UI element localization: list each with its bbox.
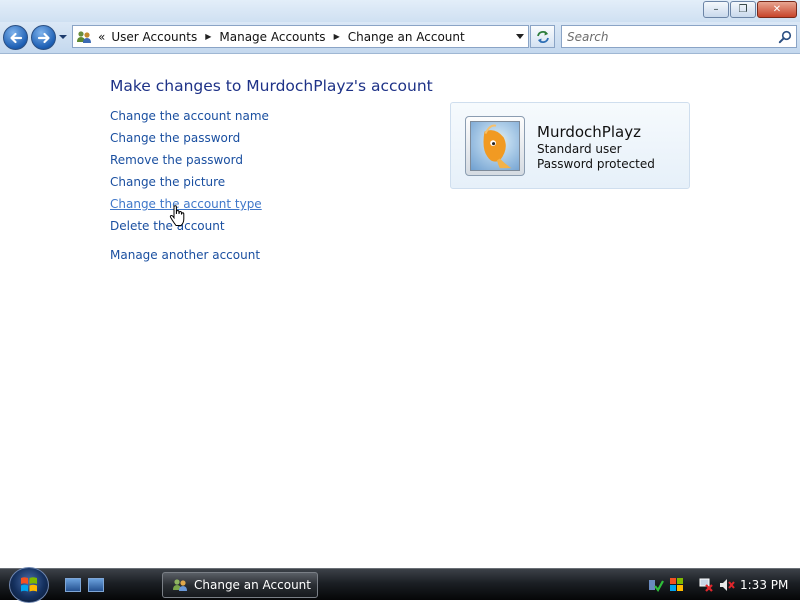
arrow-right-icon xyxy=(37,32,50,43)
change-account-name-link[interactable]: Change the account name xyxy=(110,109,269,131)
main-content: Make changes to MurdochPlayz's account C… xyxy=(0,55,800,568)
change-account-type-link[interactable]: Change the account type xyxy=(110,197,269,219)
back-button[interactable] xyxy=(3,25,28,50)
start-button[interactable] xyxy=(9,567,49,603)
close-button[interactable]: ✕ xyxy=(757,1,797,18)
hand-cursor-icon xyxy=(169,205,185,226)
refresh-button[interactable] xyxy=(530,25,555,48)
recent-pages-dropdown-icon[interactable] xyxy=(58,32,68,42)
taskbar-button-change-an-account[interactable]: Change an Account xyxy=(162,572,318,598)
security-center-icon[interactable] xyxy=(648,577,664,593)
windows-update-icon[interactable] xyxy=(669,577,685,593)
address-bar[interactable]: « User Accounts ▶ Manage Accounts ▶ Chan… xyxy=(72,25,529,48)
minimize-button[interactable]: – xyxy=(703,1,729,18)
account-name: MurdochPlayz xyxy=(537,123,641,141)
delete-account-link[interactable]: Delete the account xyxy=(110,219,269,241)
goldfish-icon xyxy=(483,124,512,169)
change-password-link[interactable]: Change the password xyxy=(110,131,269,153)
windows-logo-icon xyxy=(21,577,37,592)
taskbar: Change an Account 1:33 PM xyxy=(0,567,800,603)
account-picture xyxy=(470,121,520,171)
address-overflow-chevron[interactable]: « xyxy=(98,30,105,44)
account-picture-frame xyxy=(465,116,525,176)
volume-muted-icon[interactable] xyxy=(719,577,735,593)
search-icon[interactable] xyxy=(778,30,792,44)
refresh-icon xyxy=(536,30,549,43)
breadcrumb-separator-icon[interactable]: ▶ xyxy=(334,32,340,41)
clock[interactable]: 1:33 PM xyxy=(740,578,788,592)
switch-windows-icon[interactable] xyxy=(88,578,104,592)
breadcrumb-change-an-account[interactable]: Change an Account xyxy=(348,30,465,44)
remove-password-link[interactable]: Remove the password xyxy=(110,153,269,175)
network-disconnected-icon[interactable] xyxy=(698,577,714,593)
password-status: Password protected xyxy=(537,157,655,171)
manage-another-account-link[interactable]: Manage another account xyxy=(110,248,269,270)
window-controls: – ❐ ✕ xyxy=(703,1,797,18)
user-accounts-icon xyxy=(173,579,187,591)
address-history-dropdown-icon[interactable] xyxy=(516,34,524,39)
change-picture-link[interactable]: Change the picture xyxy=(110,175,269,197)
search-input[interactable] xyxy=(567,29,772,44)
task-list: Change the account name Change the passw… xyxy=(110,109,269,270)
user-accounts-icon xyxy=(77,30,91,43)
search-box xyxy=(561,25,797,48)
arrow-left-icon xyxy=(9,32,22,43)
taskbar-button-label: Change an Account xyxy=(194,578,311,592)
account-type: Standard user xyxy=(537,142,622,156)
window-title-bar[interactable]: – ❐ ✕ xyxy=(0,0,800,22)
breadcrumb-manage-accounts[interactable]: Manage Accounts xyxy=(219,30,325,44)
show-desktop-icon[interactable] xyxy=(65,578,81,592)
maximize-button[interactable]: ❐ xyxy=(730,1,756,18)
breadcrumb-user-accounts[interactable]: User Accounts xyxy=(111,30,197,44)
forward-button[interactable] xyxy=(31,25,56,50)
breadcrumb-separator-icon[interactable]: ▶ xyxy=(205,32,211,41)
page-title: Make changes to MurdochPlayz's account xyxy=(110,77,433,95)
account-card: MurdochPlayz Standard user Password prot… xyxy=(450,102,690,189)
navigation-bar: « User Accounts ▶ Manage Accounts ▶ Chan… xyxy=(0,22,800,54)
system-tray xyxy=(648,575,735,595)
